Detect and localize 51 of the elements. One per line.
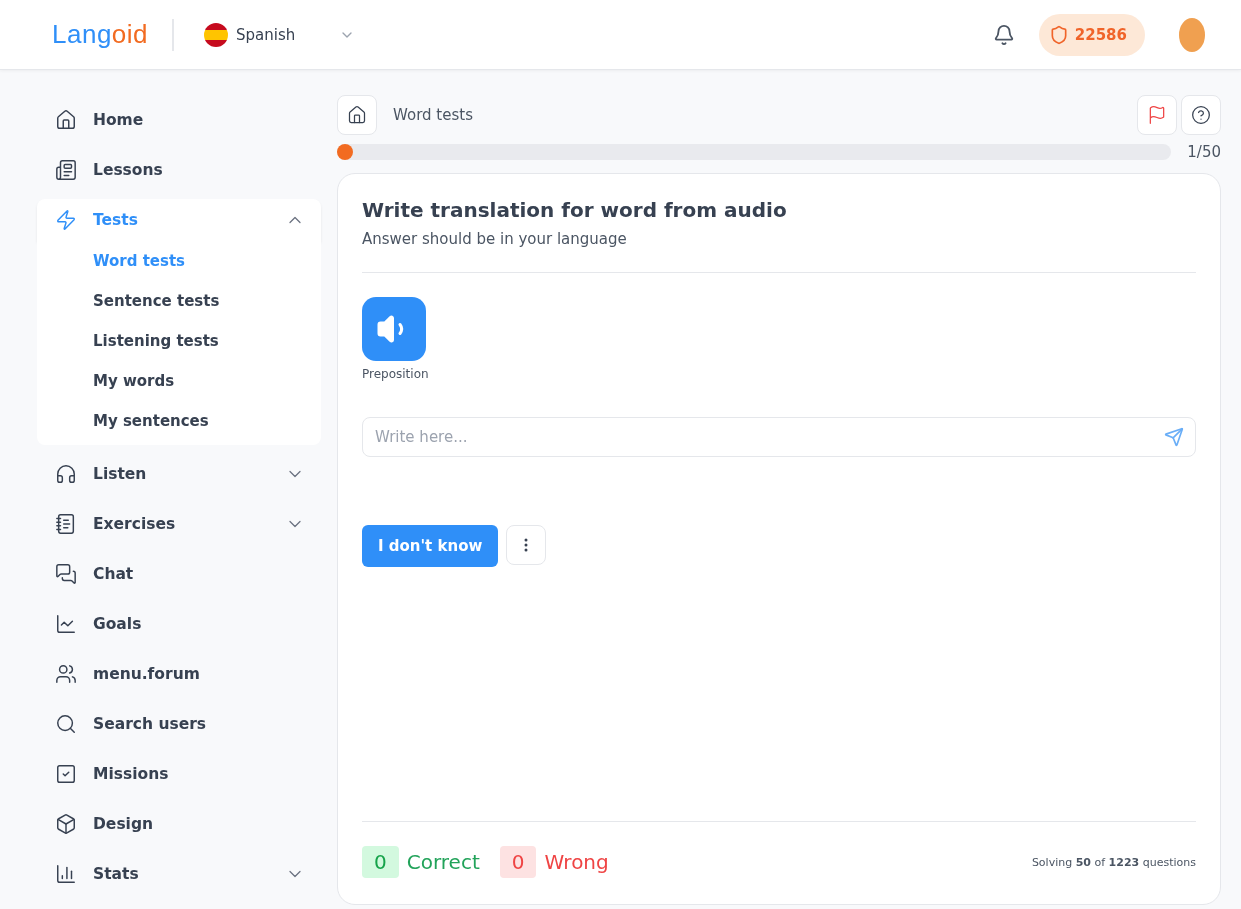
- correct-count: 0: [362, 846, 399, 878]
- notification-icon[interactable]: [992, 23, 1015, 46]
- sidebar-item[interactable]: Home: [37, 99, 321, 141]
- question-title: Write translation for word from audio: [362, 198, 788, 222]
- submenu-item[interactable]: Listening tests: [37, 321, 321, 361]
- sidebar-item[interactable]: Listen: [37, 453, 321, 495]
- word-type-label: Preposition: [362, 367, 430, 381]
- language-selector[interactable]: Spanish: [204, 22, 356, 47]
- help-icon: [1191, 105, 1211, 125]
- avatar[interactable]: [1179, 17, 1205, 52]
- sidebar-item[interactable]: menu.forum: [37, 653, 321, 695]
- submenu-item[interactable]: Sentence tests: [37, 281, 321, 321]
- home-icon: [347, 105, 367, 125]
- sidebar-item[interactable]: Search users: [37, 703, 321, 745]
- notepad-icon: [55, 513, 77, 535]
- checked-square-icon: [55, 763, 77, 785]
- cube-icon: [55, 813, 77, 835]
- progress-reading: 1/50: [1187, 143, 1221, 161]
- answer-field[interactable]: Write here...: [362, 417, 1196, 457]
- sidebar-item[interactable]: Design: [37, 803, 321, 845]
- headphones-icon: [55, 463, 77, 485]
- sidebar-item[interactable]: Missions: [37, 753, 321, 795]
- more-icon: [524, 538, 529, 552]
- submenu-item[interactable]: My sentences: [37, 401, 321, 441]
- home-button[interactable]: [337, 95, 377, 135]
- question-subtitle: Answer should be in your language: [362, 230, 628, 248]
- flag-icon: [1147, 105, 1167, 125]
- sidebar-item[interactable]: Stats: [37, 853, 321, 895]
- lightning-icon: [55, 209, 77, 231]
- sidebar-item[interactable]: Chat: [37, 553, 321, 595]
- sidebar-item[interactable]: Lessons: [37, 149, 321, 191]
- help-button[interactable]: [1181, 95, 1221, 135]
- sidebar-item[interactable]: Exercises: [37, 503, 321, 545]
- flag-icon: [204, 22, 229, 47]
- people-icon: [55, 663, 77, 685]
- send-icon[interactable]: [1164, 427, 1184, 447]
- breadcrumb-text: Word tests: [393, 106, 474, 124]
- document-icon: [55, 159, 77, 181]
- home-icon: [55, 109, 77, 131]
- wrong-label: Wrong: [544, 850, 609, 874]
- wrong-count: 0: [499, 846, 537, 878]
- correct-label: Correct: [406, 850, 480, 874]
- search-icon: [55, 713, 77, 735]
- bar-chart-icon: [55, 863, 77, 885]
- solving-text: Solving 50 of 1223 questions: [1031, 855, 1196, 869]
- submenu-item[interactable]: My words: [37, 361, 321, 401]
- report-button[interactable]: [1137, 95, 1177, 135]
- chat-bubbles-icon: [55, 563, 77, 585]
- play-audio-button[interactable]: [362, 297, 426, 361]
- sidebar-item[interactable]: Goals: [37, 603, 321, 645]
- line-chart-icon: [55, 613, 77, 635]
